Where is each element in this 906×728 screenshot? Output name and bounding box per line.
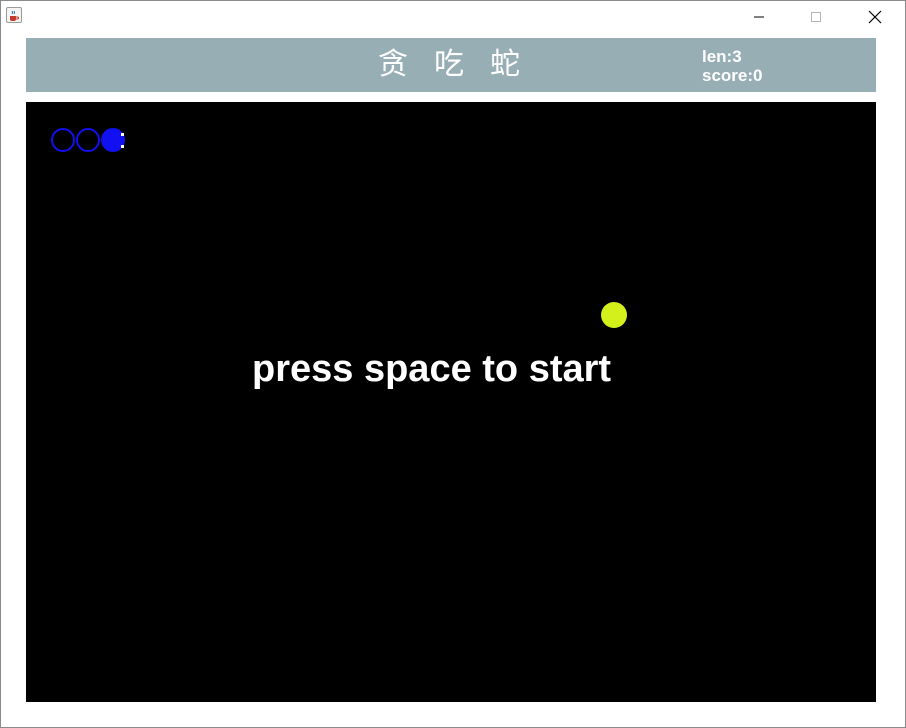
snake-head xyxy=(101,128,125,152)
snake-body-segment xyxy=(51,128,75,152)
food-pellet xyxy=(601,302,627,328)
snake-eye xyxy=(121,145,124,148)
minimize-button[interactable] xyxy=(736,1,782,32)
minimize-icon xyxy=(754,16,764,17)
close-button[interactable] xyxy=(852,1,898,32)
close-icon xyxy=(868,10,882,23)
java-coffee-icon xyxy=(6,7,22,23)
board-canvas xyxy=(51,128,627,328)
title-bar[interactable] xyxy=(1,1,905,32)
length-counter: len:3 xyxy=(702,47,742,66)
start-prompt: press space to start xyxy=(252,348,612,390)
score-counter: score:0 xyxy=(702,66,763,85)
game-header: 贪吃蛇 len:3 score:0 xyxy=(26,38,876,92)
game-window: 贪吃蛇 len:3 score:0 press space to start xyxy=(0,0,906,728)
snake-eye xyxy=(121,133,124,136)
game-board[interactable]: press space to start xyxy=(26,102,876,702)
maximize-button[interactable] xyxy=(793,1,839,32)
game-title: 贪吃蛇 xyxy=(378,47,546,82)
maximize-icon xyxy=(811,11,821,22)
snake-body-segment xyxy=(76,128,100,152)
